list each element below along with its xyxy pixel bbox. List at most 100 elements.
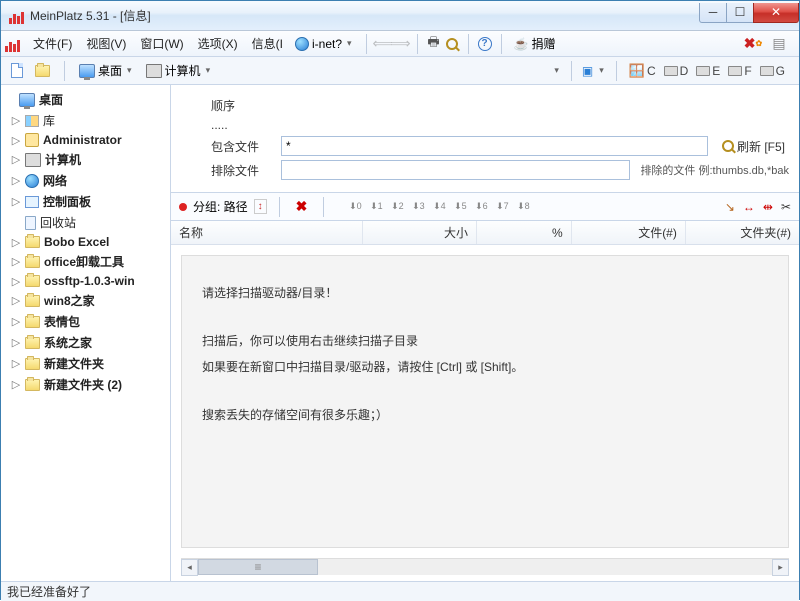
tree-item[interactable]: ▷ 计算机 [1,149,170,170]
level-6-icon[interactable]: ⬇6 [472,198,490,216]
tree-item[interactable]: ▷ win8之家 [1,290,170,311]
monitor-icon [19,93,35,107]
tree-item[interactable]: ▷office卸载工具 [1,251,170,272]
globe-icon [295,37,309,51]
new-page-button[interactable] [7,61,27,80]
col-files[interactable]: 文件(#) [572,221,686,244]
menu-options[interactable]: 选项(X) [192,32,244,55]
level-2-icon[interactable]: ⬇2 [388,198,406,216]
level-4-icon[interactable]: ⬇4 [430,198,448,216]
collapse-left-icon[interactable]: ↘ [725,200,735,214]
level-7-icon[interactable]: ⬇7 [493,198,511,216]
record-icon [179,203,187,211]
settings-icon[interactable]: ▤ [771,36,787,52]
tree-item[interactable]: ▷表情包 [1,311,170,332]
info-line-4: 搜索丢失的存储空间有很多乐趣；） [202,406,768,424]
tree-item-label: 新建文件夹 (2) [44,376,122,393]
drive-f[interactable]: F [726,63,753,79]
tree-item[interactable]: ▷新建文件夹 [1,353,170,374]
folder-button[interactable] [31,63,54,79]
expand-icon[interactable]: ▷ [11,255,21,268]
donate-button[interactable]: 捐赠 [510,33,560,54]
window-title: MeinPlatz 5.31 - [信息] [30,7,699,24]
sort-icon[interactable]: ↕ [254,199,267,214]
tree-item[interactable]: ▷Bobo Excel [1,233,170,251]
inet-button[interactable]: i-net?▾ [291,35,358,53]
tree-item[interactable]: ▷系统之家 [1,332,170,353]
clear-icon[interactable]: ✖✿ [745,36,761,52]
forward-icon: ⟹ [393,36,409,52]
expand-icon[interactable]: ▷ [11,153,21,166]
cut-icon[interactable]: ✂ [781,200,791,214]
expand-icon[interactable]: ▷ [11,336,21,349]
level-icons: ⬇0 ⬇1 ⬇2 ⬇3 ⬇4 ⬇5 ⬇6 ⬇7 ⬇8 [346,198,532,216]
scroll-thumb[interactable]: ≡ [198,559,318,575]
tree-item[interactable]: ▷ossftp-1.0.3-win [1,272,170,290]
expand-icon[interactable]: ▷ [11,114,21,127]
tree-item-label: win8之家 [44,292,95,309]
folder-icon [25,236,40,248]
help-icon[interactable]: ? [477,36,493,52]
desktop-selector[interactable]: 桌面▾ [75,60,138,81]
expand-icon[interactable]: ▷ [11,357,21,370]
expand-h-icon[interactable]: ↔ [743,200,755,214]
computer-selector[interactable]: 计算机▾ [142,60,217,81]
fit-icon[interactable]: ⇹ [763,200,773,214]
level-0-icon[interactable]: ⬇0 [346,198,364,216]
expand-icon[interactable]: ▷ [11,195,21,208]
folder-icon [25,358,40,370]
drive-g[interactable]: G [758,63,787,79]
level-5-icon[interactable]: ⬇5 [451,198,469,216]
folder-tree[interactable]: ▷ 桌面 ▷库▷Administrator▷计算机▷网络▷控制面板回收站▷Bob… [1,85,171,581]
expand-icon[interactable]: ▷ [11,294,21,307]
close-button[interactable]: ✕ [753,3,799,23]
col-pct[interactable]: % [477,221,572,244]
menu-file[interactable]: 文件(F) [27,32,78,55]
level-8-icon[interactable]: ⬇8 [514,198,532,216]
minimize-button[interactable]: ─ [699,3,727,23]
level-1-icon[interactable]: ⬇1 [367,198,385,216]
col-name[interactable]: 名称 [171,221,363,244]
horizontal-scrollbar[interactable]: ◂ ≡ ▸ [181,558,789,575]
expand-icon[interactable]: ▷ [11,275,21,288]
tree-item[interactable]: ▷Administrator [1,131,170,149]
drive-tree-icon[interactable]: ▣ [582,64,593,78]
drive-c[interactable]: 🪟C [627,62,658,80]
info-panel: 请选择扫描驱动器/目录！ 扫描后，你可以使用右击继续扫描子目录 如果要在新窗口中… [181,255,789,548]
expand-icon[interactable]: ▷ [11,134,21,147]
print-icon[interactable] [426,36,442,52]
tree-item[interactable]: 回收站 [1,212,170,233]
tree-item[interactable]: ▷控制面板 [1,191,170,212]
column-headers: 名称 大小 % 文件(#) 文件夹(#) [171,221,799,245]
drive-e[interactable]: E [694,63,722,79]
tree-item-label: 计算机 [45,151,81,168]
level-3-icon[interactable]: ⬇3 [409,198,427,216]
delete-icon[interactable]: ✖ [292,198,312,215]
maximize-button[interactable]: ☐ [726,3,754,23]
tree-item[interactable]: ▷ 新建文件夹 (2) [1,374,170,395]
tree-item[interactable]: ▷库 [1,110,170,131]
expand-icon[interactable]: ▷ [11,236,21,249]
col-size[interactable]: 大小 [363,221,477,244]
menu-window[interactable]: 窗口(W) [134,32,189,55]
scroll-right-button[interactable]: ▸ [772,559,789,576]
search-icon [722,140,734,152]
refresh-button[interactable]: 刷新 [F5] [718,138,789,155]
col-folders[interactable]: 文件夹(#) [686,221,799,244]
menu-view[interactable]: 视图(V) [80,32,132,55]
menu-info[interactable]: 信息(I [246,32,289,55]
scroll-left-button[interactable]: ◂ [181,559,198,576]
include-input[interactable] [281,136,708,156]
tree-item[interactable]: ▷网络 [1,170,170,191]
drive-d[interactable]: D [662,63,691,79]
tree-root[interactable]: ▷ 桌面 [1,89,170,110]
expand-icon[interactable]: ▷ [11,174,21,187]
chevron-down-icon[interactable]: ▾ [552,65,561,76]
app-icon [9,8,25,24]
expand-icon[interactable]: ▷ [11,315,21,328]
title-bar: MeinPlatz 5.31 - [信息] ─ ☐ ✕ [1,1,799,31]
search-icon[interactable] [444,36,460,52]
expand-icon[interactable]: ▷ [11,378,21,391]
computer-icon [146,64,162,78]
exclude-input[interactable] [281,160,630,180]
